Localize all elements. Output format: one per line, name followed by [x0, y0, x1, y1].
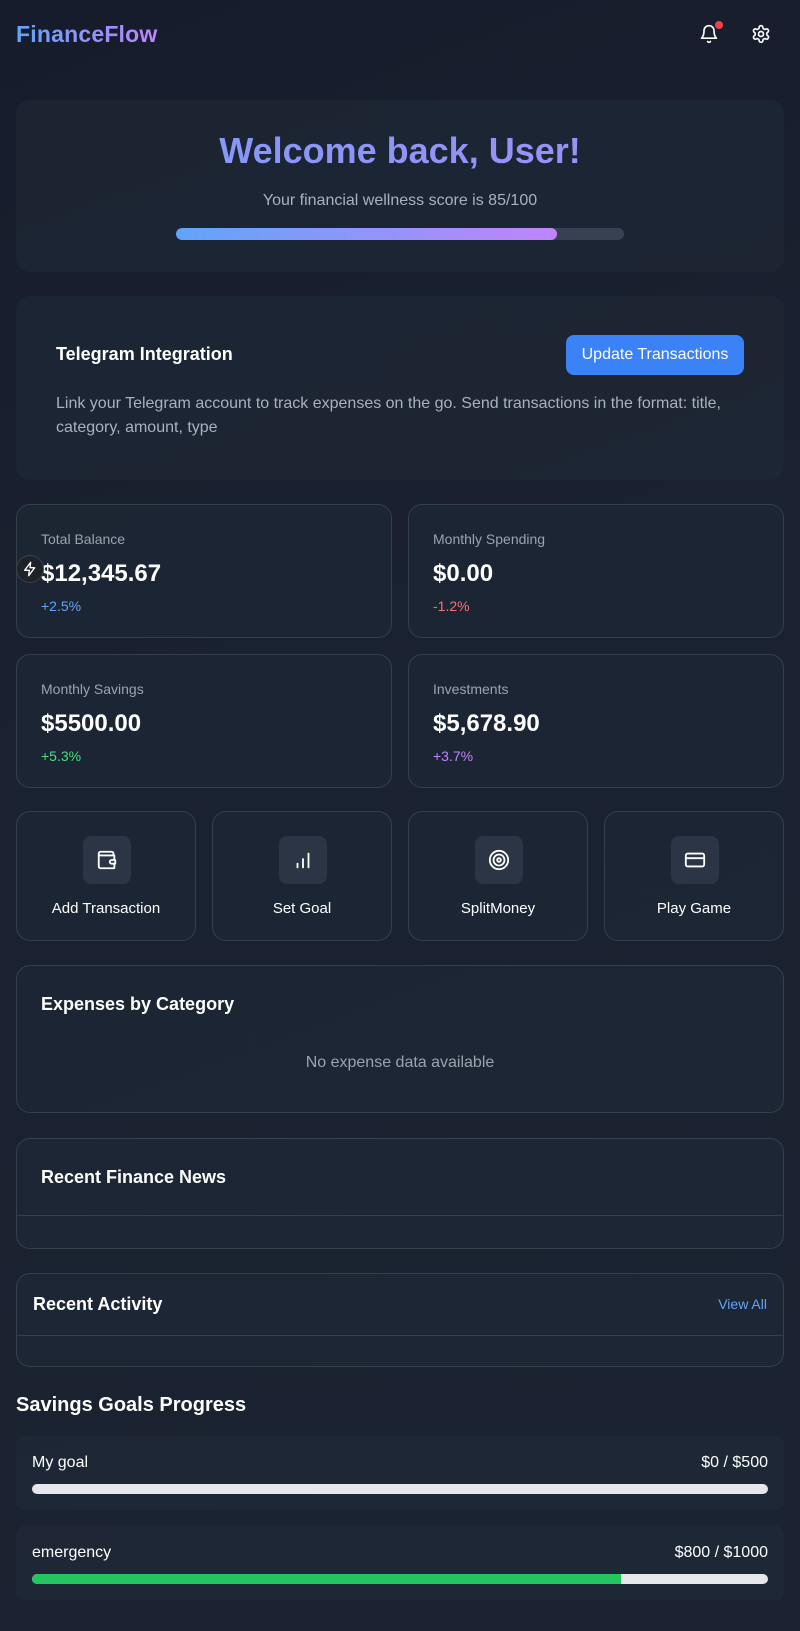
expenses-title: Expenses by Category: [41, 994, 235, 1014]
stat-value: $0.00: [433, 560, 494, 587]
wallet-icon: [97, 850, 117, 870]
welcome-title: Welcome back, User!: [16, 130, 784, 172]
goal-name: My goal: [32, 1454, 89, 1471]
stat-label: Monthly Savings: [41, 681, 144, 697]
telegram-description: Link your Telegram account to track expe…: [56, 395, 721, 436]
stat-change: +2.5%: [41, 598, 82, 614]
set-goal-button[interactable]: Set Goal: [212, 811, 392, 941]
welcome-card: Welcome back, User! Your financial welln…: [16, 100, 784, 272]
recent-activity-card: Recent Activity View All: [16, 1273, 784, 1367]
bar-chart-icon: [296, 852, 310, 869]
action-icon-box: [475, 836, 523, 884]
header-actions: [694, 19, 776, 49]
notification-dot: [715, 21, 723, 29]
stat-card-total-balance: Total Balance $12,345.67 +2.5%: [16, 504, 392, 638]
goal-amount: $0 / $500: [701, 1454, 768, 1471]
stat-label: Investments: [433, 681, 509, 697]
devtools-badge[interactable]: [16, 555, 44, 583]
activity-title: Recent Activity: [33, 1294, 163, 1314]
gear-icon: [752, 24, 770, 44]
stat-card-monthly-savings: Monthly Savings $5500.00 +5.3%: [16, 654, 392, 788]
action-icon-box: [83, 836, 131, 884]
split-money-button[interactable]: SplitMoney: [408, 811, 588, 941]
action-label: Set Goal: [272, 900, 332, 917]
action-label: Add Transaction: [51, 900, 161, 917]
action-icon-box: [671, 836, 719, 884]
action-label: SplitMoney: [460, 900, 536, 917]
credit-card-icon: [684, 852, 706, 868]
stat-card-monthly-spending: Monthly Spending $0.00 -1.2%: [408, 504, 784, 638]
action-label: Play Game: [656, 900, 732, 917]
savings-goals-heading: Savings Goals Progress: [16, 1394, 247, 1416]
app-header: FinanceFlow: [0, 0, 800, 68]
finance-news-card: Recent Finance News: [16, 1138, 784, 1249]
news-title: Recent Finance News: [41, 1167, 227, 1187]
update-transactions-button[interactable]: Update Transactions: [566, 335, 744, 375]
stat-value: $12,345.67: [41, 560, 162, 587]
wellness-score-bar: [176, 228, 624, 240]
stat-card-investments: Investments $5,678.90 +3.7%: [408, 654, 784, 788]
stat-value: $5,678.90: [433, 710, 540, 737]
goal-name: emergency: [32, 1544, 112, 1561]
savings-goal-item: My goal $0 / $500: [16, 1436, 784, 1510]
goal-amount: $800 / $1000: [674, 1544, 768, 1561]
action-icon-box: [279, 836, 327, 884]
activity-divider: [17, 1335, 783, 1336]
stat-label: Total Balance: [41, 531, 126, 547]
telegram-integration-card: Telegram Integration Update Transactions…: [16, 296, 784, 480]
goal-progress-bar: [32, 1574, 768, 1584]
stat-label: Monthly Spending: [433, 531, 546, 547]
goal-progress-bar: [32, 1484, 768, 1494]
expenses-empty-message: No expense data available: [305, 1054, 495, 1071]
notifications-button[interactable]: [694, 19, 724, 49]
savings-goal-item: emergency $800 / $1000: [16, 1526, 784, 1600]
goal-progress-fill: [32, 1574, 621, 1584]
expenses-by-category-card: Expenses by Category No expense data ava…: [16, 965, 784, 1113]
stat-change: -1.2%: [433, 598, 470, 614]
target-icon: [488, 849, 510, 871]
lightning-icon: [24, 561, 36, 577]
news-divider: [17, 1215, 783, 1216]
settings-button[interactable]: [746, 19, 776, 49]
telegram-title: Telegram Integration: [56, 344, 233, 364]
brand-logo[interactable]: FinanceFlow: [16, 21, 158, 48]
add-transaction-button[interactable]: Add Transaction: [16, 811, 196, 941]
wellness-score-text: Your financial wellness score is 85/100: [262, 192, 538, 209]
stat-value: $5500.00: [41, 710, 142, 737]
stat-change: +3.7%: [433, 748, 474, 764]
play-game-button[interactable]: Play Game: [604, 811, 784, 941]
stat-change: +5.3%: [41, 748, 82, 764]
wellness-score-fill: [176, 228, 557, 240]
view-all-link[interactable]: View All: [718, 1296, 767, 1312]
